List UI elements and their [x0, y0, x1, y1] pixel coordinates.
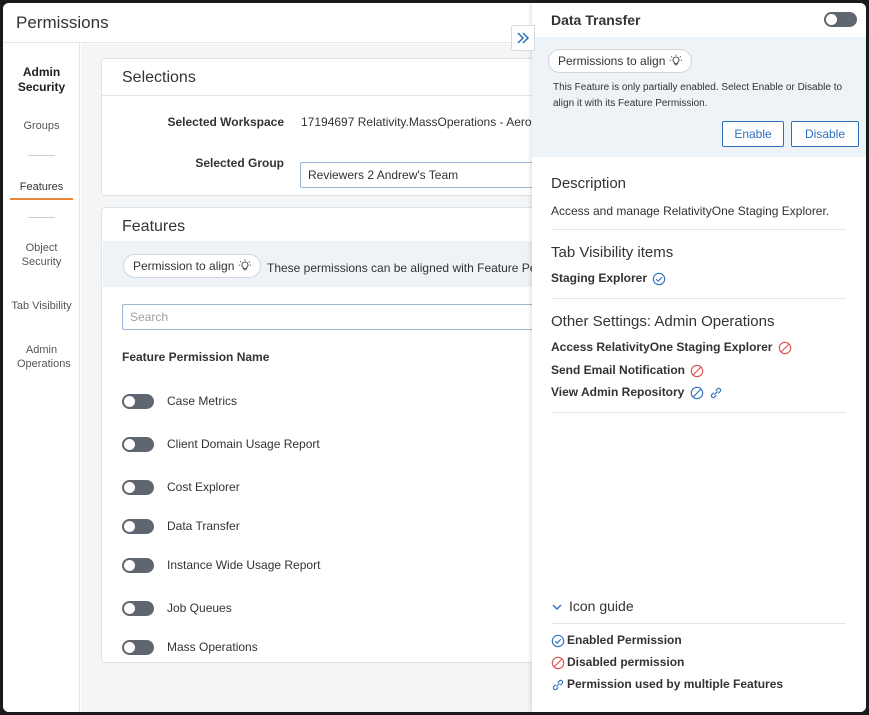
- toggle-client-domain-usage-report[interactable]: [122, 437, 154, 452]
- icon-guide-item: Disabled permission: [551, 655, 684, 670]
- pill-label: Permission to align: [133, 259, 235, 273]
- search-input[interactable]: [123, 305, 551, 329]
- double-chevron-right-icon: [517, 32, 530, 44]
- toggle-data-transfer[interactable]: [122, 519, 154, 534]
- description-text: Access and manage RelativityOne Staging …: [551, 204, 830, 218]
- selections-card: Selections Selected Workspace 17194697 R…: [101, 58, 561, 196]
- permissions-window: Permissions Admin Security Groups Featur…: [3, 3, 866, 712]
- toggle-mass-operations[interactable]: [122, 640, 154, 655]
- workspace-label: Selected Workspace: [167, 115, 284, 129]
- partial-enable-message: This Feature is only partially enabled. …: [553, 82, 843, 109]
- feature-name: Data Transfer: [167, 519, 240, 533]
- icon-guide-label: Permission used by multiple Features: [567, 677, 784, 691]
- selections-title: Selections: [122, 69, 196, 86]
- enable-button[interactable]: Enable: [722, 121, 784, 147]
- align-panel: Permissions to align This Feature is onl…: [532, 37, 866, 157]
- other-setting-item: View Admin Repository: [551, 385, 723, 400]
- icon-guide-toggle[interactable]: Icon guide: [551, 598, 634, 614]
- other-setting-item: Access RelativityOne Staging Explorer: [551, 340, 792, 355]
- nav-divider: [28, 155, 55, 156]
- features-title: Features: [122, 218, 186, 235]
- tab-visibility-title: Tab Visibility items: [551, 244, 674, 261]
- description-title: Description: [551, 175, 627, 192]
- nav-admin-security[interactable]: Admin Security: [3, 65, 80, 95]
- other-setting-item: Send Email Notification: [551, 363, 704, 378]
- link-icon: [552, 679, 564, 690]
- disabled-icon: [778, 341, 792, 355]
- group-label: Selected Group: [195, 156, 284, 170]
- item-label: Access RelativityOne Staging Explorer: [551, 340, 773, 354]
- workspace-value: 17194697 Relativity.MassOperations - Aer…: [301, 115, 544, 129]
- toggle-instance-wide-usage-report[interactable]: [122, 558, 154, 573]
- enabled-icon: [690, 386, 703, 400]
- toggle-case-metrics[interactable]: [122, 394, 154, 409]
- divider: [102, 95, 560, 96]
- nav-tab-visibility[interactable]: Tab Visibility: [3, 299, 80, 313]
- divider: [551, 229, 846, 230]
- toggle-job-queues[interactable]: [122, 601, 154, 616]
- lightbulb-icon: [670, 54, 683, 66]
- icon-guide-title: Icon guide: [569, 598, 634, 614]
- divider: [551, 298, 846, 299]
- drawer-title: Data Transfer: [551, 12, 641, 28]
- search-field[interactable]: [122, 304, 552, 330]
- feature-name: Client Domain Usage Report: [167, 437, 320, 451]
- icon-guide-item: Enabled Permission: [551, 633, 682, 648]
- divider: [551, 412, 846, 413]
- icon-guide-label: Enabled Permission: [567, 633, 682, 647]
- nav-active-indicator: [10, 198, 73, 200]
- permission-to-align-pill[interactable]: Permission to align: [123, 254, 262, 278]
- nav-divider: [28, 217, 55, 218]
- feature-detail-drawer: Data Transfer Permissions to align This …: [532, 3, 866, 712]
- disabled-icon: [691, 364, 704, 378]
- tab-visibility-item: Staging Explorer: [551, 271, 666, 286]
- feature-name: Cost Explorer: [167, 480, 240, 494]
- nav-groups[interactable]: Groups: [3, 119, 80, 133]
- collapse-drawer-button[interactable]: [511, 25, 535, 51]
- enabled-icon: [653, 272, 666, 286]
- feature-name: Job Queues: [167, 601, 232, 615]
- chevron-down-icon: [552, 604, 562, 611]
- item-label: Send Email Notification: [551, 363, 686, 377]
- icon-guide-label: Disabled permission: [567, 655, 685, 669]
- drawer-feature-toggle[interactable]: [824, 12, 857, 27]
- item-label: View Admin Repository: [551, 385, 685, 399]
- column-header-feature-name: Feature Permission Name: [122, 350, 270, 364]
- nav-object-security[interactable]: Object Security: [3, 241, 80, 269]
- disabled-icon: [551, 656, 565, 670]
- item-label: Staging Explorer: [551, 271, 648, 285]
- enabled-icon: [551, 634, 565, 648]
- left-nav: Admin Security Groups Features Object Se…: [3, 43, 80, 712]
- feature-name: Mass Operations: [167, 640, 258, 654]
- group-select[interactable]: Reviewers 2 Andrew's Team: [300, 162, 550, 188]
- nav-features[interactable]: Features: [3, 180, 80, 194]
- feature-name: Instance Wide Usage Report: [167, 558, 321, 572]
- features-card: Features Permission to align These permi…: [101, 207, 561, 663]
- pill-label: Permissions to align: [558, 54, 666, 68]
- divider: [551, 623, 846, 624]
- feature-name: Case Metrics: [167, 394, 238, 408]
- permissions-to-align-pill[interactable]: Permissions to align: [548, 49, 693, 73]
- lightbulb-icon: [239, 259, 252, 271]
- link-icon: [710, 387, 722, 398]
- align-banner-text: These permissions can be aligned with Fe…: [267, 261, 541, 275]
- other-settings-title: Other Settings: Admin Operations: [551, 313, 775, 330]
- nav-admin-operations[interactable]: Admin Operations: [3, 343, 80, 371]
- align-banner: Permission to align These permissions ca…: [103, 241, 543, 287]
- toggle-cost-explorer[interactable]: [122, 480, 154, 495]
- icon-guide-item: Permission used by multiple Features: [551, 677, 783, 692]
- page-title: Permissions: [16, 13, 109, 32]
- disable-button[interactable]: Disable: [791, 121, 859, 147]
